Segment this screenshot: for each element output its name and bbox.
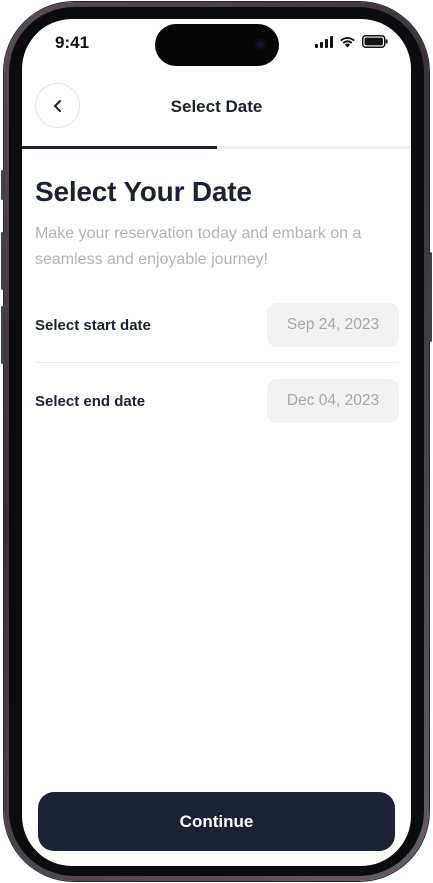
end-date-label: Select end date (35, 392, 146, 410)
volume-down-button (1, 306, 4, 364)
battery-icon (362, 35, 388, 48)
page-title: Select Date (170, 97, 263, 116)
progress-track (22, 146, 411, 149)
dynamic-island (155, 24, 279, 66)
section-heading: Select Your Date (35, 176, 252, 207)
navigation-bar: Select Date (22, 81, 411, 137)
start-date-picker[interactable]: Sep 24, 2023 (267, 303, 399, 347)
app-screen: 9:41 Select Date Select Your Date Make y… (22, 19, 411, 866)
continue-button[interactable]: Continue (38, 792, 395, 851)
action-button (1, 170, 4, 200)
wifi-icon (339, 36, 356, 48)
status-bar: 9:41 (22, 19, 411, 71)
cellular-signal-icon (315, 35, 333, 48)
progress-fill (22, 146, 217, 149)
section-subtitle: Make your reservation today and embark o… (35, 225, 362, 268)
end-date-picker[interactable]: Dec 04, 2023 (267, 379, 399, 423)
end-date-row: Select end date Dec 04, 2023 (35, 379, 399, 423)
volume-up-button (1, 232, 4, 290)
status-icons (315, 35, 388, 48)
status-time: 9:41 (55, 33, 90, 52)
power-button (429, 252, 432, 342)
start-date-row: Select start date Sep 24, 2023 (35, 303, 399, 347)
start-date-label: Select start date (35, 316, 151, 334)
front-camera-icon (254, 38, 267, 51)
row-divider (35, 362, 399, 363)
